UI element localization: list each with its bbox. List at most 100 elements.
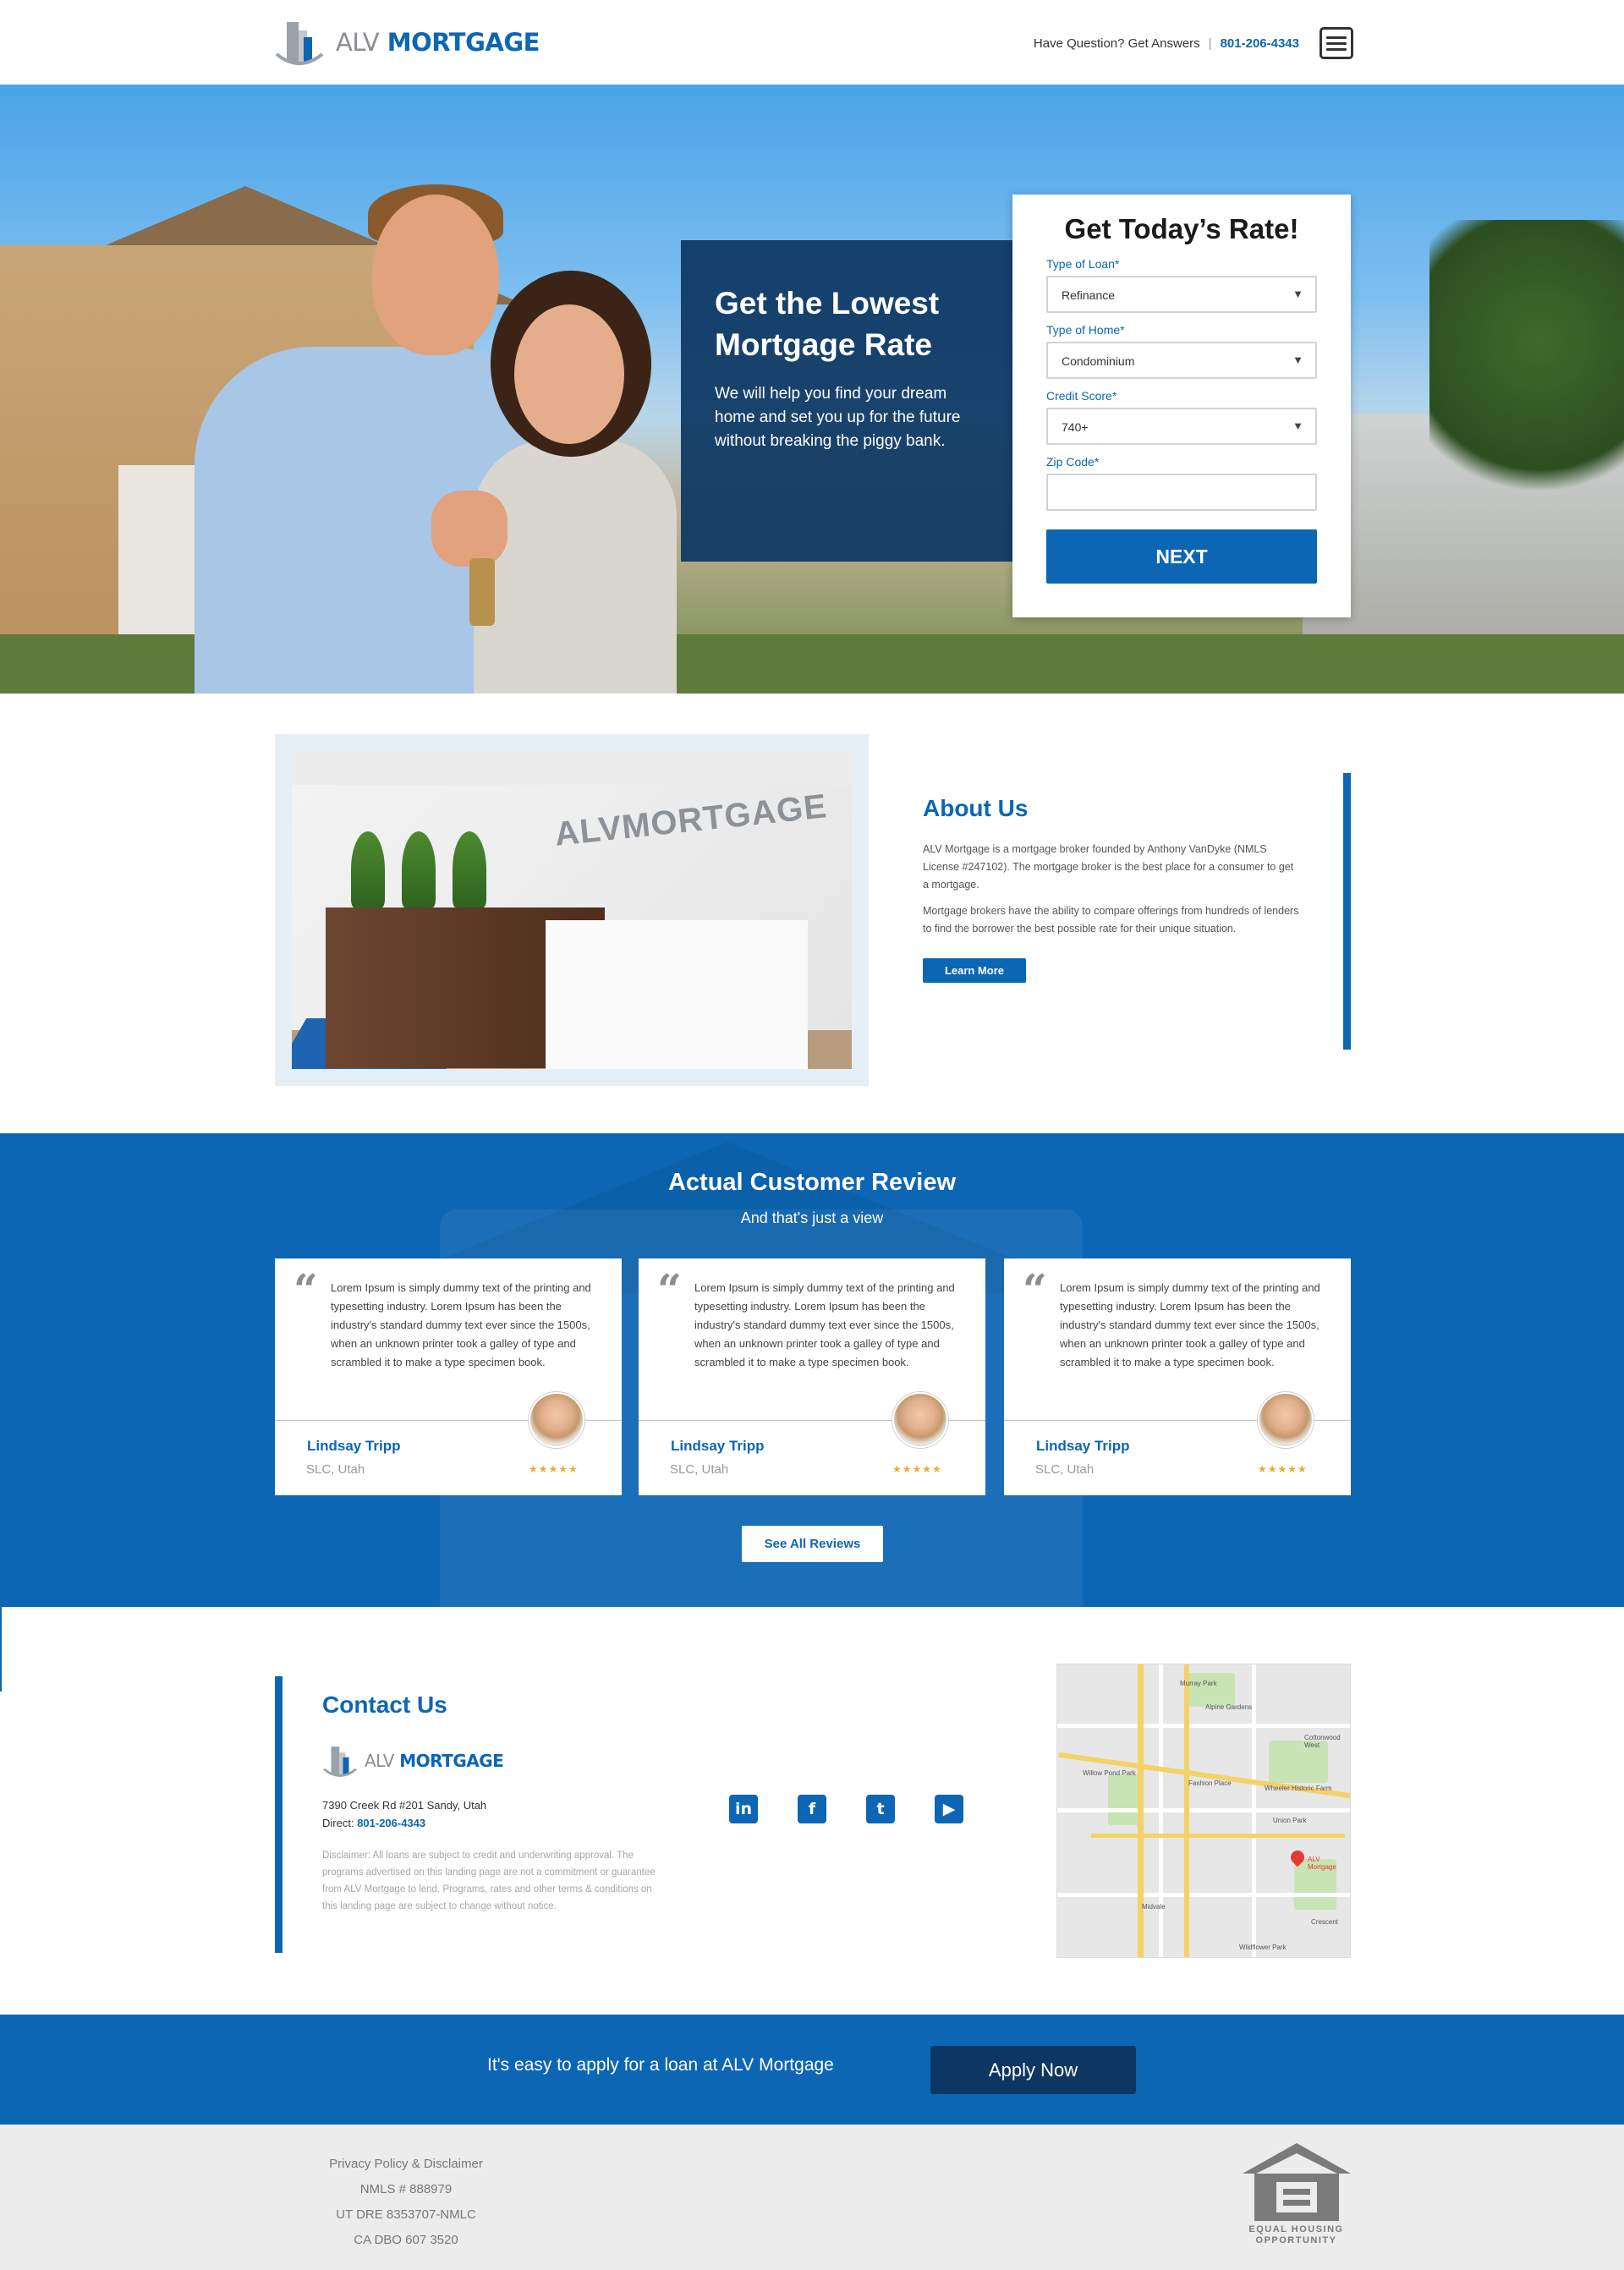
house-keys-icon xyxy=(469,558,495,626)
review-card: “ Lorem Ipsum is simply dummy text of th… xyxy=(275,1258,622,1495)
hero-man xyxy=(178,178,550,694)
zip-code-input[interactable] xyxy=(1046,474,1317,511)
next-button[interactable]: NEXT xyxy=(1046,529,1317,584)
menu-bar xyxy=(1326,47,1347,51)
learn-more-button[interactable]: Learn More xyxy=(923,958,1026,983)
contact-direct-label: Direct: xyxy=(322,1817,354,1829)
home-type-select[interactable]: Condominium ▼ xyxy=(1046,342,1317,379)
review-card: “ Lorem Ipsum is simply dummy text of th… xyxy=(639,1258,985,1495)
reviewer-location: SLC, Utah xyxy=(1035,1462,1095,1477)
map-label: Wildflower Park xyxy=(1239,1944,1287,1951)
office-ceiling xyxy=(292,751,852,785)
about-paragraph-1: ALV Mortgage is a mortgage broker founde… xyxy=(923,843,1294,891)
quote-icon: “ xyxy=(1023,1264,1047,1314)
brand-logo[interactable]: ALV MORTGAGE xyxy=(275,17,540,68)
apply-banner: It's easy to apply for a loan at ALV Mor… xyxy=(0,2015,1624,2125)
map-park xyxy=(1108,1774,1142,1825)
facebook-icon[interactable]: f xyxy=(798,1795,826,1823)
loan-type-label-text: Type of Loan xyxy=(1046,257,1115,271)
reviews-subtitle: And that's just a view xyxy=(740,1209,884,1226)
contact-title: Contact Us xyxy=(322,1692,447,1718)
social-links: in f t ▶ xyxy=(729,1795,963,1823)
loan-type-select[interactable]: Refinance ▼ xyxy=(1046,276,1317,313)
map-label: Murray Park xyxy=(1180,1680,1217,1687)
review-text: Lorem Ipsum is simply dummy text of the … xyxy=(331,1281,591,1368)
credit-score-label-text: Credit Score xyxy=(1046,389,1112,403)
menu-bar xyxy=(1326,36,1347,39)
brand-name-part2: MORTGAGE xyxy=(399,1751,504,1771)
map-highway xyxy=(1091,1834,1345,1838)
hero-man-face xyxy=(372,195,499,355)
map-label: Union Park xyxy=(1273,1817,1307,1824)
brand-name: ALV MORTGAGE xyxy=(336,28,540,57)
reviews-section: Actual Customer Review And that's just a… xyxy=(0,1133,1624,1607)
reviewer-avatar xyxy=(1258,1392,1314,1448)
hero-bg-trees xyxy=(1429,220,1624,524)
contact-section: Contact Us ALV MORTGAGE 7390 Creek Rd #2… xyxy=(322,1692,678,1915)
contact-logo: ALV MORTGAGE xyxy=(322,1744,678,1778)
apply-now-button[interactable]: Apply Now xyxy=(930,2046,1136,2094)
contact-address-block: 7390 Creek Rd #201 Sandy, Utah Direct: 8… xyxy=(322,1796,678,1832)
reviewer-avatar xyxy=(892,1392,948,1448)
apply-text: It's easy to apply for a loan at ALV Mor… xyxy=(487,2055,834,2075)
about-accent-bar xyxy=(1343,773,1351,1050)
linkedin-icon[interactable]: in xyxy=(729,1795,758,1823)
plant-icon xyxy=(402,831,436,907)
about-section: About Us ALV Mortgage is a mortgage brok… xyxy=(923,795,1299,983)
equal-sign-bar xyxy=(1282,2200,1310,2206)
star-rating-icon: ★★★★★ xyxy=(529,1463,579,1475)
nmls-number: NMLS # 888979 xyxy=(359,2182,453,2196)
reviewer-name: Lindsay Tripp xyxy=(307,1438,401,1454)
see-all-reviews-button[interactable]: See All Reviews xyxy=(742,1526,883,1562)
brand-name-part1: ALV xyxy=(365,1751,394,1771)
hero-hand xyxy=(431,491,508,567)
plant-icon xyxy=(351,831,385,907)
map-label: Fashion Place xyxy=(1188,1779,1232,1787)
hamburger-menu-icon[interactable] xyxy=(1320,27,1353,59)
equal-housing-logo: EQUAL HOUSING OPPORTUNITY xyxy=(1239,2143,1353,2253)
review-text: Lorem Ipsum is simply dummy text of the … xyxy=(694,1281,955,1368)
home-type-value: Condominium xyxy=(1062,354,1135,368)
credit-score-select[interactable]: 740+ ▼ xyxy=(1046,408,1317,445)
office-reception-image: ALVMORTGAGE xyxy=(292,751,852,1069)
contact-brand-name: ALV MORTGAGE xyxy=(365,1751,504,1771)
equal-sign-bar xyxy=(1282,2189,1310,2195)
required-mark: * xyxy=(1120,323,1125,337)
ca-dbo-number: CA DBO 607 3520 xyxy=(354,2233,458,2247)
site-header: ALV MORTGAGE Have Question? Get Answers … xyxy=(0,0,1624,85)
map-road xyxy=(1057,1724,1350,1728)
hero-message-panel: Get the Lowest Mortgage Rate We will hel… xyxy=(681,240,1012,562)
hero-body: We will help you find your dream home an… xyxy=(715,385,961,450)
reviewer-name: Lindsay Tripp xyxy=(671,1438,765,1454)
twitter-icon[interactable]: t xyxy=(866,1795,895,1823)
credit-score-value: 740+ xyxy=(1062,420,1089,434)
map-park xyxy=(1184,1673,1235,1707)
loan-type-label: Type of Loan* xyxy=(1046,257,1317,271)
equal-sign-icon xyxy=(1276,2182,1317,2212)
header-phone-link[interactable]: 801-206-4343 xyxy=(1221,36,1299,51)
equal-housing-line1: EQUAL HOUSING xyxy=(1248,2224,1344,2234)
rate-form-title: Get Today’s Rate! xyxy=(1064,213,1299,244)
reviewer-name: Lindsay Tripp xyxy=(1036,1438,1130,1454)
star-rating-icon: ★★★★★ xyxy=(1258,1463,1308,1475)
map-highway xyxy=(1138,1664,1144,1957)
credit-score-label: Credit Score* xyxy=(1046,389,1317,403)
site-footer: Privacy Policy & Disclaimer NMLS # 88897… xyxy=(0,2125,1624,2270)
map-label: Crescent xyxy=(1311,1918,1339,1926)
map-label: Alpine Gardens xyxy=(1205,1703,1253,1711)
map-road xyxy=(1057,1808,1350,1812)
map-road xyxy=(1252,1664,1256,1957)
location-map[interactable]: Murray Park Alpine Gardens Cottonwood We… xyxy=(1056,1664,1351,1958)
youtube-icon[interactable]: ▶ xyxy=(935,1795,963,1823)
hero-couple-image xyxy=(178,178,685,694)
map-pin-label: ALV Mortgage xyxy=(1308,1856,1336,1871)
dropdown-arrow-icon: ▼ xyxy=(1292,354,1303,366)
contact-direct: Direct: 801-206-4343 xyxy=(322,1814,678,1832)
dropdown-arrow-icon: ▼ xyxy=(1292,419,1303,432)
reception-desk-front xyxy=(546,920,808,1069)
contact-phone-link[interactable]: 801-206-4343 xyxy=(357,1817,425,1829)
privacy-policy-link[interactable]: Privacy Policy & Disclaimer xyxy=(309,2152,503,2177)
footer-links: Privacy Policy & Disclaimer NMLS # 88897… xyxy=(309,2152,503,2253)
plant-icon xyxy=(453,831,486,907)
review-card: “ Lorem Ipsum is simply dummy text of th… xyxy=(1004,1258,1351,1495)
